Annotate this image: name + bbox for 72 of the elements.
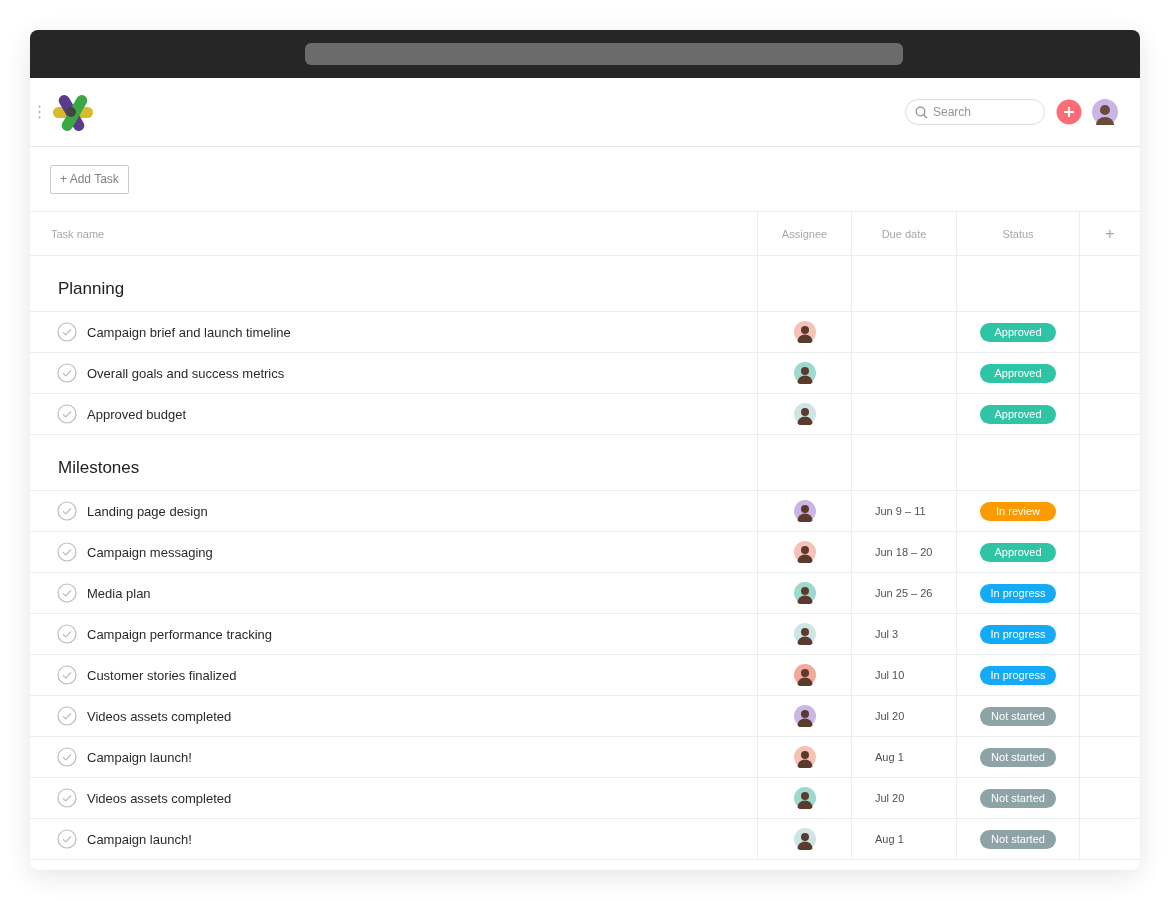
- avatar-icon: [793, 321, 816, 343]
- check-circle-icon[interactable]: [57, 363, 77, 383]
- due-date: Aug 1: [874, 751, 904, 763]
- due-date: Jun 9 – 11: [874, 505, 926, 517]
- avatar-icon: [793, 828, 816, 850]
- column-header: Status: [1002, 227, 1034, 240]
- column-header: Task name: [51, 227, 105, 240]
- status-badge[interactable]: In progress: [980, 624, 1056, 644]
- avatar-icon: [793, 664, 816, 686]
- avatar-icon: [793, 500, 816, 522]
- due-date: Jul 3: [874, 628, 899, 640]
- task-name[interactable]: Landing page design: [87, 503, 208, 519]
- due-date: Jun 18 – 20: [874, 546, 933, 558]
- drag-handle-icon[interactable]: [38, 105, 41, 119]
- check-circle-icon[interactable]: [57, 322, 77, 342]
- task-name[interactable]: Campaign brief and launch timeline: [87, 324, 291, 340]
- status-badge[interactable]: Not started: [980, 706, 1056, 726]
- task-name[interactable]: Videos assets completed: [87, 790, 232, 806]
- section-title: Planning: [57, 277, 125, 299]
- avatar-icon: [793, 746, 816, 768]
- status-badge[interactable]: Not started: [980, 829, 1056, 849]
- task-name[interactable]: Campaign performance tracking: [87, 626, 272, 642]
- avatar-icon: [793, 362, 816, 384]
- section-title: Milestones: [57, 456, 140, 478]
- due-date: Aug 1: [874, 833, 904, 845]
- task-name[interactable]: Campaign launch!: [87, 749, 192, 765]
- check-circle-icon[interactable]: [57, 542, 77, 562]
- avatar-icon: [793, 787, 816, 809]
- task-name[interactable]: Overall goals and success metrics: [87, 365, 285, 381]
- task-name[interactable]: Media plan: [87, 585, 151, 601]
- check-circle-icon[interactable]: [57, 706, 77, 726]
- avatar-icon: [793, 705, 816, 727]
- check-circle-icon[interactable]: [57, 404, 77, 424]
- add-task-button[interactable]: + Add Task: [50, 164, 129, 194]
- due-date: Jun 25 – 26: [874, 587, 933, 599]
- search-icon: [915, 106, 928, 119]
- status-badge[interactable]: In review: [980, 501, 1056, 521]
- search-field[interactable]: Search: [905, 99, 1045, 125]
- status-badge[interactable]: Approved: [980, 404, 1056, 424]
- check-circle-icon[interactable]: [57, 624, 77, 644]
- avatar-icon: [793, 541, 816, 563]
- task-name[interactable]: Videos assets completed: [87, 708, 232, 724]
- avatar-icon: [793, 403, 816, 425]
- status-badge[interactable]: Not started: [980, 747, 1056, 767]
- column-header: Assignee: [781, 227, 828, 240]
- column-header[interactable]: +: [1105, 224, 1115, 243]
- due-date: Jul 20: [874, 792, 905, 804]
- check-circle-icon[interactable]: [57, 788, 77, 808]
- check-circle-icon[interactable]: [57, 665, 77, 685]
- check-circle-icon[interactable]: [57, 747, 77, 767]
- status-badge[interactable]: In progress: [980, 583, 1056, 603]
- task-name[interactable]: Approved budget: [87, 406, 187, 422]
- check-circle-icon[interactable]: [57, 583, 77, 603]
- add-icon[interactable]: [1056, 99, 1082, 125]
- status-badge[interactable]: Approved: [980, 322, 1056, 342]
- column-header: Due date: [881, 227, 927, 240]
- logo-icon: [51, 94, 95, 132]
- task-name[interactable]: Campaign launch!: [87, 831, 192, 847]
- address-bar[interactable]: [305, 43, 903, 65]
- avatar-icon[interactable]: [1092, 99, 1118, 125]
- task-name[interactable]: Campaign messaging: [87, 544, 213, 560]
- due-date: Jul 10: [874, 669, 905, 681]
- status-badge[interactable]: Not started: [980, 788, 1056, 808]
- status-badge[interactable]: In progress: [980, 665, 1056, 685]
- due-date: Jul 20: [874, 710, 905, 722]
- check-circle-icon[interactable]: [57, 829, 77, 849]
- avatar-icon: [793, 582, 816, 604]
- status-badge[interactable]: Approved: [980, 363, 1056, 383]
- task-name[interactable]: Customer stories finalized: [87, 667, 237, 683]
- avatar-icon: [793, 623, 816, 645]
- check-circle-icon[interactable]: [57, 501, 77, 521]
- status-badge[interactable]: Approved: [980, 542, 1056, 562]
